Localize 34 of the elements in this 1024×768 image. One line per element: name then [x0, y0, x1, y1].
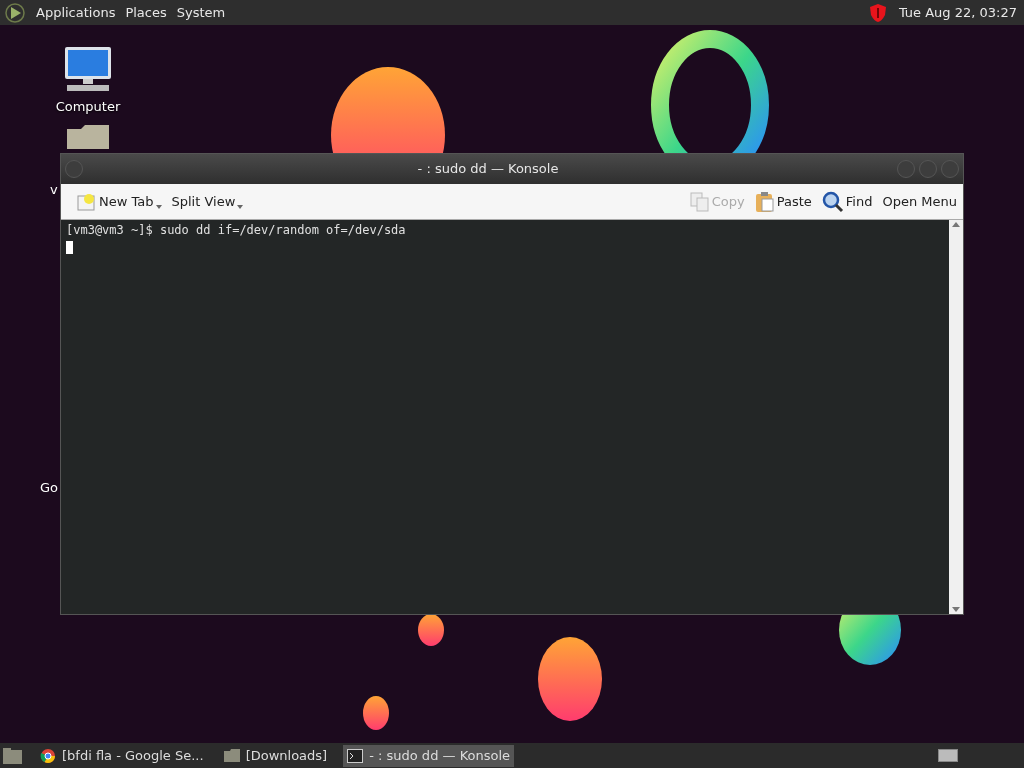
clock[interactable]: Tue Aug 22, 03:27: [898, 2, 1017, 23]
copy-icon: [689, 191, 710, 212]
taskbar-item[interactable]: - : sudo dd — Konsole: [343, 744, 515, 767]
toolbar-button[interactable]: Split View: [171, 191, 236, 212]
scrollbar[interactable]: [949, 220, 963, 614]
window-title: - : sudo dd — Konsole: [416, 160, 560, 179]
play-icon[interactable]: [4, 1, 26, 24]
computer-icon[interactable]: [63, 45, 113, 93]
cursor: [66, 241, 73, 254]
scroll-down-icon[interactable]: [952, 607, 960, 612]
panel-menu[interactable]: Places: [125, 2, 167, 23]
terminal-line: [vm3@vm3 ~]$ sudo dd if=/dev/random of=/dev/sda: [66, 222, 407, 239]
shield-icon[interactable]: [868, 2, 887, 23]
browser-icon: [40, 747, 56, 764]
taskbar-item[interactable]: [Downloads]: [219, 744, 332, 767]
folder-icon: [223, 749, 240, 762]
terminal-icon: [347, 748, 364, 763]
icon-label[interactable]: Computer: [55, 97, 121, 117]
workspace-switcher[interactable]: [938, 749, 958, 762]
dropdown-arrow-icon[interactable]: [155, 204, 162, 209]
panel-menu[interactable]: Applications: [36, 2, 116, 23]
toolbar-button[interactable]: Open Menu: [882, 191, 957, 212]
toolbar-button[interactable]: New Tab: [77, 191, 154, 212]
icon-label[interactable]: Go: [40, 480, 59, 495]
search-icon: [821, 190, 844, 213]
dropdown-arrow-icon[interactable]: [237, 204, 244, 209]
clipboard-icon: [754, 190, 775, 213]
panel-menu[interactable]: System: [176, 2, 226, 23]
icon-label[interactable]: v: [50, 182, 58, 197]
scroll-up-icon[interactable]: [952, 222, 960, 227]
toolbar-button[interactable]: Paste: [754, 190, 812, 213]
new-tab-icon: [77, 192, 97, 211]
taskbar-item[interactable]: [bfdi fla - Google Se...: [36, 744, 208, 767]
toolbar-button[interactable]: Find: [821, 190, 873, 213]
